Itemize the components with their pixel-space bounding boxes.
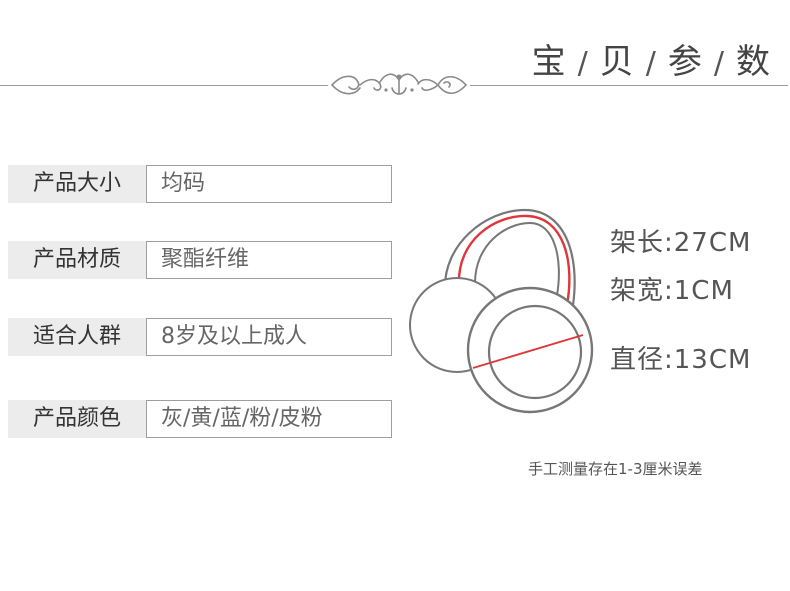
spec-value: 灰/黄/蓝/粉/皮粉 bbox=[146, 400, 392, 438]
headband-inner bbox=[474, 221, 560, 296]
title-separator: / bbox=[577, 46, 590, 81]
diameter-label: 直径:13CM bbox=[610, 345, 752, 375]
spec-label: 适合人群 bbox=[8, 318, 146, 356]
title-char-3: 参 bbox=[667, 42, 704, 82]
spec-value: 均码 bbox=[146, 165, 392, 203]
spec-row-audience: 适合人群 8岁及以上成人 bbox=[8, 318, 392, 356]
section-title: 宝 / 贝 / 参 / 数 bbox=[532, 34, 772, 83]
spec-label: 产品材质 bbox=[8, 241, 146, 279]
earmuff-diagram bbox=[409, 208, 594, 414]
spec-row-size: 产品大小 均码 bbox=[8, 165, 392, 203]
spec-label: 产品大小 bbox=[8, 165, 146, 203]
spec-value: 聚酯纤维 bbox=[146, 241, 392, 279]
ornament-divider-icon bbox=[331, 73, 467, 95]
divider-left bbox=[0, 85, 328, 86]
title-char-4: 数 bbox=[736, 42, 772, 82]
spec-row-color: 产品颜色 灰/黄/蓝/粉/皮粉 bbox=[8, 400, 392, 438]
spec-value: 8岁及以上成人 bbox=[146, 318, 392, 356]
frame-width-label: 架宽:1CM bbox=[610, 276, 734, 306]
divider-right bbox=[470, 85, 788, 86]
spec-row-material: 产品材质 聚酯纤维 bbox=[8, 241, 392, 279]
title-char-1: 宝 bbox=[531, 42, 568, 82]
front-earmuff-inner bbox=[487, 304, 583, 400]
title-separator: / bbox=[645, 46, 658, 81]
spec-label: 产品颜色 bbox=[8, 400, 146, 438]
title-separator: / bbox=[713, 46, 726, 81]
measurement-note: 手工测量存在1-3厘米误差 bbox=[528, 460, 703, 478]
title-char-2: 贝 bbox=[599, 42, 636, 82]
frame-length-label: 架长:27CM bbox=[610, 228, 752, 258]
